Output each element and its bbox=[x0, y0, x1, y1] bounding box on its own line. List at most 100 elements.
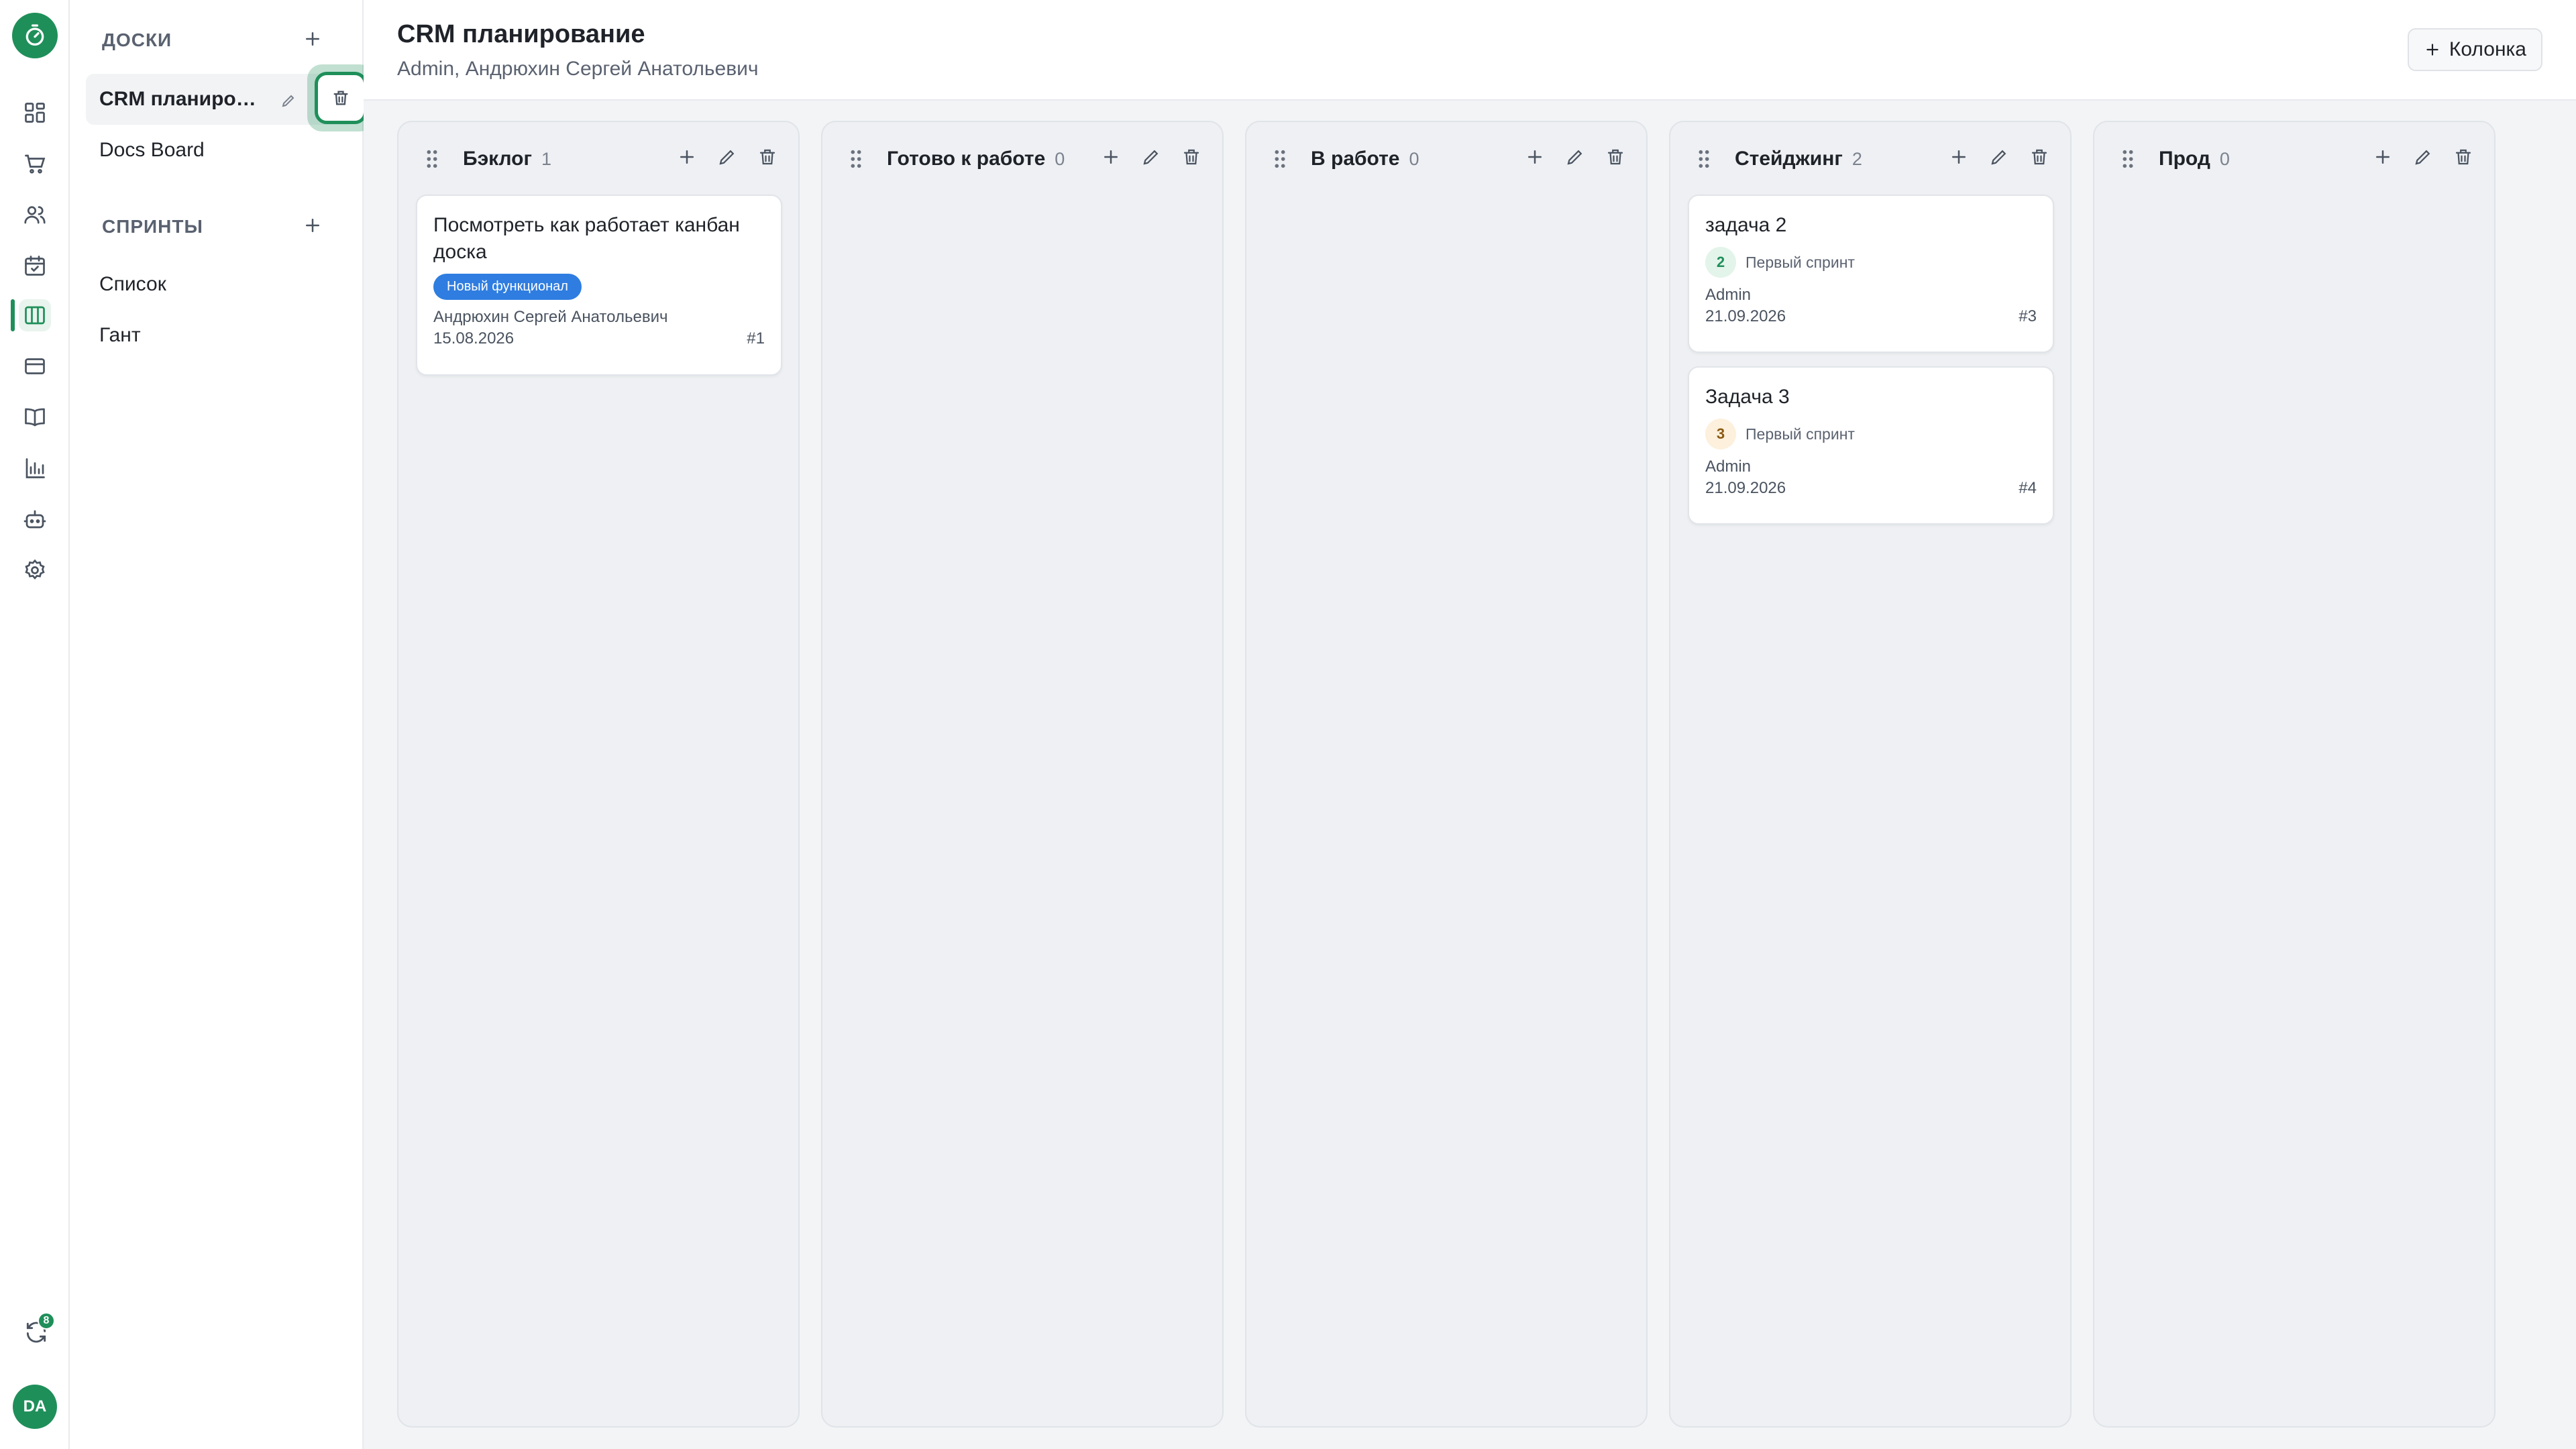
card-number: #1 bbox=[747, 329, 765, 347]
sidebar-item-gantt[interactable]: Гант bbox=[86, 310, 354, 361]
bot-icon[interactable] bbox=[19, 503, 51, 535]
task-card[interactable]: Задача 3 3 Первый спринт Admin 21.09.202… bbox=[1688, 366, 2054, 525]
add-card-button[interactable] bbox=[676, 146, 698, 168]
column-count: 0 bbox=[2219, 149, 2230, 169]
column-count: 0 bbox=[1055, 149, 1065, 169]
column-title: Бэклог 1 bbox=[463, 148, 551, 170]
column-header: Бэклог 1 bbox=[398, 122, 798, 196]
plus-icon bbox=[2426, 44, 2438, 56]
edit-board-icon[interactable] bbox=[280, 91, 297, 107]
column-header: Готово к работе 0 bbox=[822, 122, 1222, 196]
sidebar-item-sprint-list[interactable]: Список bbox=[86, 259, 354, 310]
sidebar-item-crm-board[interactable]: CRM планирование bbox=[86, 64, 374, 131]
drag-handle-icon[interactable] bbox=[848, 149, 864, 169]
task-card[interactable]: задача 2 2 Первый спринт Admin 21.09.202… bbox=[1688, 195, 2054, 353]
delete-column-icon[interactable] bbox=[2453, 146, 2474, 168]
drag-handle-icon[interactable] bbox=[1272, 149, 1288, 169]
column-title-text: В работе bbox=[1311, 148, 1400, 170]
sidebar-item-label: CRM планирование bbox=[99, 88, 267, 110]
rail-active-indicator bbox=[11, 299, 15, 331]
book-icon[interactable] bbox=[19, 401, 51, 433]
delete-column-icon[interactable] bbox=[1605, 146, 1626, 168]
column-title-text: Готово к работе bbox=[887, 148, 1046, 170]
add-board-button[interactable] bbox=[298, 24, 327, 54]
gear-icon[interactable] bbox=[19, 554, 51, 586]
page-title: CRM планирование bbox=[397, 20, 645, 48]
delete-column-icon[interactable] bbox=[1181, 146, 1202, 168]
calendar-check-icon[interactable] bbox=[19, 250, 51, 282]
column-title-text: Стейджинг bbox=[1735, 148, 1843, 170]
sprint-badge: 2 bbox=[1705, 247, 1736, 278]
delete-column-icon[interactable] bbox=[757, 146, 778, 168]
add-column-label: Колонка bbox=[2449, 38, 2526, 60]
column-title: В работе 0 bbox=[1311, 148, 1419, 170]
card-title: Задача 3 bbox=[1705, 386, 1790, 408]
column-title: Прод 0 bbox=[2159, 148, 2230, 170]
avatar[interactable]: DA bbox=[13, 1385, 57, 1429]
column-title-text: Прод bbox=[2159, 148, 2210, 170]
users-icon[interactable] bbox=[19, 199, 51, 231]
sidebar-item-docs-board[interactable]: Docs Board bbox=[86, 125, 354, 176]
column-count: 2 bbox=[1851, 149, 1862, 169]
sprint-name: Первый спринт bbox=[1746, 425, 1855, 443]
sprints-section-title: СПРИНТЫ bbox=[102, 216, 203, 237]
edit-column-icon[interactable] bbox=[1564, 146, 1586, 168]
board-members: Admin, Андрюхин Сергей Анатольевич bbox=[397, 58, 759, 80]
drag-handle-icon[interactable] bbox=[1696, 149, 1712, 169]
card-date: 21.09.2026 bbox=[1705, 307, 1786, 325]
app-rail: 8 DA bbox=[0, 0, 70, 1449]
column-title: Стейджинг 2 bbox=[1735, 148, 1862, 170]
add-sprint-button[interactable] bbox=[298, 211, 327, 240]
column-backlog: Бэклог 1 Посмотреть как работает канбан д… bbox=[397, 121, 800, 1428]
column-count: 0 bbox=[1409, 149, 1419, 169]
drag-handle-icon[interactable] bbox=[424, 149, 440, 169]
boards-section-title: ДОСКИ bbox=[102, 30, 172, 50]
edit-column-icon[interactable] bbox=[1988, 146, 2010, 168]
column-ready: Готово к работе 0 bbox=[821, 121, 1224, 1428]
card-assignee: Андрюхин Сергей Анатольевич bbox=[433, 308, 668, 326]
board-header: CRM планирование Admin, Андрюхин Сергей … bbox=[364, 0, 2576, 101]
card-number: #4 bbox=[2019, 479, 2037, 497]
column-in-progress: В работе 0 bbox=[1245, 121, 1648, 1428]
dashboard-icon[interactable] bbox=[19, 97, 51, 129]
card-date: 15.08.2026 bbox=[433, 329, 515, 347]
card-title: задача 2 bbox=[1705, 214, 1787, 236]
delete-column-icon[interactable] bbox=[2029, 146, 2050, 168]
sprint-badge: 3 bbox=[1705, 419, 1736, 449]
sprint-name: Первый спринт bbox=[1746, 253, 1855, 271]
task-card[interactable]: Посмотреть как работает канбан доска Нов… bbox=[416, 195, 782, 376]
board-area: CRM планирование Admin, Андрюхин Сергей … bbox=[364, 0, 2576, 1449]
kanban-icon[interactable] bbox=[19, 299, 51, 331]
sidebar-item-label: Гант bbox=[99, 324, 141, 346]
sidebar-item-label: Список bbox=[99, 273, 166, 295]
bar-chart-icon[interactable] bbox=[19, 452, 51, 484]
column-count: 1 bbox=[541, 149, 552, 169]
column-title: Готово к работе 0 bbox=[887, 148, 1065, 170]
trash-icon bbox=[333, 91, 348, 105]
edit-column-icon[interactable] bbox=[2412, 146, 2434, 168]
edit-column-icon[interactable] bbox=[1140, 146, 1162, 168]
add-card-button[interactable] bbox=[2372, 146, 2394, 168]
column-staging: Стейджинг 2 задача 2 2 Первый спринт Admi… bbox=[1669, 121, 2072, 1428]
card-icon[interactable] bbox=[19, 350, 51, 382]
sidebar-item-label: Docs Board bbox=[99, 139, 205, 161]
boards-sidebar: ДОСКИ CRM планирование Docs Board СПРИНТ… bbox=[70, 0, 374, 1449]
card-date: 21.09.2026 bbox=[1705, 479, 1786, 497]
add-card-button[interactable] bbox=[1948, 146, 1970, 168]
column-prod: Прод 0 bbox=[2093, 121, 2496, 1428]
card-assignee: Admin bbox=[1705, 286, 1752, 304]
card-assignee: Admin bbox=[1705, 458, 1752, 476]
card-tag: Новый функционал bbox=[433, 274, 582, 300]
cart-icon[interactable] bbox=[19, 148, 51, 180]
drag-handle-icon[interactable] bbox=[2120, 149, 2136, 169]
column-title-text: Бэклог bbox=[463, 148, 532, 170]
notification-badge: 8 bbox=[38, 1312, 55, 1330]
edit-column-icon[interactable] bbox=[716, 146, 738, 168]
timer-logo-icon[interactable] bbox=[12, 13, 58, 58]
add-card-button[interactable] bbox=[1100, 146, 1122, 168]
column-header: Стейджинг 2 bbox=[1670, 122, 2070, 196]
column-header: Прод 0 bbox=[2094, 122, 2494, 196]
add-column-button[interactable]: Колонка bbox=[2407, 28, 2542, 71]
card-title: Посмотреть как работает канбан доска bbox=[433, 214, 740, 263]
add-card-button[interactable] bbox=[1524, 146, 1546, 168]
